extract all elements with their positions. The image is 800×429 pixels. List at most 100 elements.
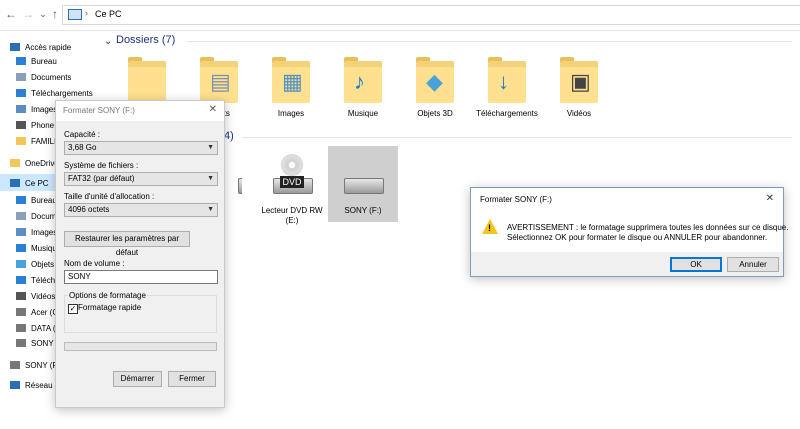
drive-tile[interactable]: SONY (F:) bbox=[328, 146, 398, 222]
computer-icon bbox=[10, 179, 20, 187]
sidebar-item[interactable]: Bureau bbox=[16, 192, 57, 208]
sidebar-item-label: Bureau bbox=[31, 56, 57, 66]
videos-folder-icon: ▣ bbox=[570, 69, 591, 94]
sidebar-item[interactable]: Images bbox=[16, 101, 57, 117]
music-icon bbox=[16, 244, 26, 252]
format-options-group bbox=[64, 295, 217, 333]
chevron-down-icon: ▼ bbox=[207, 206, 214, 213]
sidebar-item[interactable]: Bureau📌 bbox=[16, 53, 57, 69]
disc-icon bbox=[281, 154, 303, 176]
sidebar-item-label: Réseau bbox=[25, 380, 53, 390]
allocation-label: Taille d'unité d'allocation : bbox=[64, 192, 155, 201]
dialog-titlebar: Formater SONY (F:) ✕ bbox=[56, 101, 224, 121]
sidebar-item-label: Images bbox=[31, 104, 58, 114]
sidebar-item[interactable]: Vidéos bbox=[16, 288, 55, 304]
documents-folder-icon: ▤ bbox=[210, 69, 231, 94]
up-button[interactable]: ↑ bbox=[48, 6, 62, 22]
drive-icon bbox=[10, 361, 20, 369]
folder-tile[interactable]: ▣ Vidéos bbox=[544, 49, 614, 123]
network-icon bbox=[10, 381, 20, 389]
arrow-up-icon: ↑ bbox=[52, 7, 58, 21]
restore-defaults-button[interactable]: Restaurer les paramètres par défaut bbox=[64, 231, 190, 257]
dialog-title: Formater SONY (F:) bbox=[63, 106, 135, 115]
images-folder-icon: ▦ bbox=[282, 69, 303, 94]
drive-label: D:) bbox=[222, 206, 242, 216]
volume-name-value: SONY bbox=[68, 272, 91, 281]
folder-label: Objets 3D bbox=[417, 109, 453, 118]
cancel-button[interactable]: Annuler bbox=[727, 257, 779, 272]
back-button[interactable]: ← bbox=[4, 6, 18, 22]
warning-dialog: Formater SONY (F:) ✕ ! AVERTISSEMENT : l… bbox=[470, 187, 788, 277]
sidebar-item-label: Ce PC bbox=[25, 178, 49, 188]
sidebar-item[interactable]: SONY ( bbox=[16, 335, 58, 351]
address-field[interactable]: › Ce PC bbox=[62, 5, 800, 25]
drive-tile[interactable]: D:) bbox=[222, 146, 242, 222]
sidebar-item[interactable]: Acer (C bbox=[16, 304, 58, 320]
download-icon bbox=[16, 89, 26, 97]
quick-format-checkbox[interactable]: ✓ bbox=[68, 304, 78, 314]
allocation-select[interactable]: 4096 octets ▼ bbox=[64, 203, 218, 217]
filesystem-select[interactable]: FAT32 (par défaut) ▼ bbox=[64, 172, 218, 186]
format-progress-bar bbox=[64, 342, 217, 351]
sidebar-item[interactable]: Télécha bbox=[16, 272, 59, 288]
ok-button[interactable]: OK bbox=[670, 257, 722, 272]
sidebar-item[interactable]: Phone bbox=[16, 117, 54, 133]
format-options-title: Options de formatage bbox=[68, 291, 147, 300]
folders-group-title[interactable]: Dossiers (7) bbox=[116, 34, 175, 46]
folder-label: Téléchargements bbox=[476, 109, 538, 118]
start-button[interactable]: Démarrer bbox=[113, 371, 162, 387]
folder-tile[interactable]: ▦ Images bbox=[256, 49, 326, 123]
drive-icon bbox=[16, 339, 26, 347]
allocation-value: 4096 octets bbox=[68, 205, 110, 214]
folder-tile[interactable]: ♪ Musique bbox=[328, 49, 398, 123]
usb-drive-icon bbox=[344, 178, 384, 194]
sidebar-item[interactable]: Réseau bbox=[10, 377, 53, 393]
quick-format-label[interactable]: Formatage rapide bbox=[78, 303, 141, 312]
sidebar-item-label: Phone bbox=[31, 120, 55, 130]
close-icon[interactable]: ✕ bbox=[766, 193, 774, 204]
dialog-footer: OK Annuler bbox=[471, 252, 783, 276]
drive-icon bbox=[16, 308, 26, 316]
folder-tile[interactable]: ↓ Téléchargements bbox=[472, 49, 542, 123]
folder-tile[interactable]: ◆ Objets 3D bbox=[400, 49, 470, 123]
drive-tile[interactable]: DVD Lecteur DVD RW (E:) bbox=[257, 146, 327, 225]
folder-icon bbox=[16, 137, 26, 145]
capacity-label: Capacité : bbox=[64, 130, 101, 139]
folder-label: Musique bbox=[347, 109, 379, 118]
sidebar-item[interactable]: Objets bbox=[16, 256, 54, 272]
breadcrumb-location[interactable]: Ce PC bbox=[95, 9, 122, 19]
desktop-icon bbox=[16, 196, 26, 204]
drive-label: SONY (F:) bbox=[344, 206, 382, 215]
sidebar-item[interactable]: SONY (F: bbox=[10, 357, 60, 373]
capacity-select[interactable]: 3,68 Go ▼ bbox=[64, 141, 218, 155]
hard-drive-icon bbox=[238, 178, 242, 194]
sidebar-item[interactable]: FAMILL bbox=[16, 133, 59, 149]
sidebar-item[interactable]: Images bbox=[16, 224, 57, 240]
warning-message-line1: AVERTISSEMENT : le formatage supprimera … bbox=[507, 223, 789, 232]
chevron-down-icon: ▼ bbox=[207, 175, 214, 182]
volume-label-caption: Nom de volume : bbox=[64, 259, 125, 268]
drive-icon bbox=[16, 324, 26, 332]
filesystem-label: Système de fichiers : bbox=[64, 161, 139, 170]
forward-button[interactable]: → bbox=[21, 6, 35, 22]
capacity-value: 3,68 Go bbox=[68, 143, 97, 152]
sidebar-item[interactable]: Ce PC bbox=[10, 175, 49, 191]
chevron-down-icon[interactable]: ⌄ bbox=[104, 36, 112, 47]
music-folder-icon: ♪ bbox=[354, 69, 365, 94]
close-icon[interactable]: ✕ bbox=[209, 104, 217, 115]
drives-group-title[interactable]: 4) bbox=[224, 130, 234, 142]
group-divider bbox=[242, 137, 792, 138]
volume-name-input[interactable]: SONY bbox=[64, 270, 218, 284]
folder-label: Vidéos bbox=[566, 109, 592, 118]
close-button[interactable]: Fermer bbox=[168, 371, 216, 387]
star-icon bbox=[10, 43, 20, 51]
sidebar-item[interactable]: OneDrive bbox=[10, 155, 59, 171]
checkmark-icon: ✓ bbox=[69, 304, 77, 313]
warning-message-line2: Sélectionnez OK pour formater le disque … bbox=[507, 233, 768, 242]
arrow-left-icon: ← bbox=[5, 7, 17, 21]
phone-icon bbox=[16, 121, 26, 129]
images-icon bbox=[16, 105, 26, 113]
folder-icon bbox=[10, 159, 20, 167]
chevron-down-icon: ⌄ bbox=[39, 8, 47, 19]
folder-label: Images bbox=[277, 109, 305, 118]
